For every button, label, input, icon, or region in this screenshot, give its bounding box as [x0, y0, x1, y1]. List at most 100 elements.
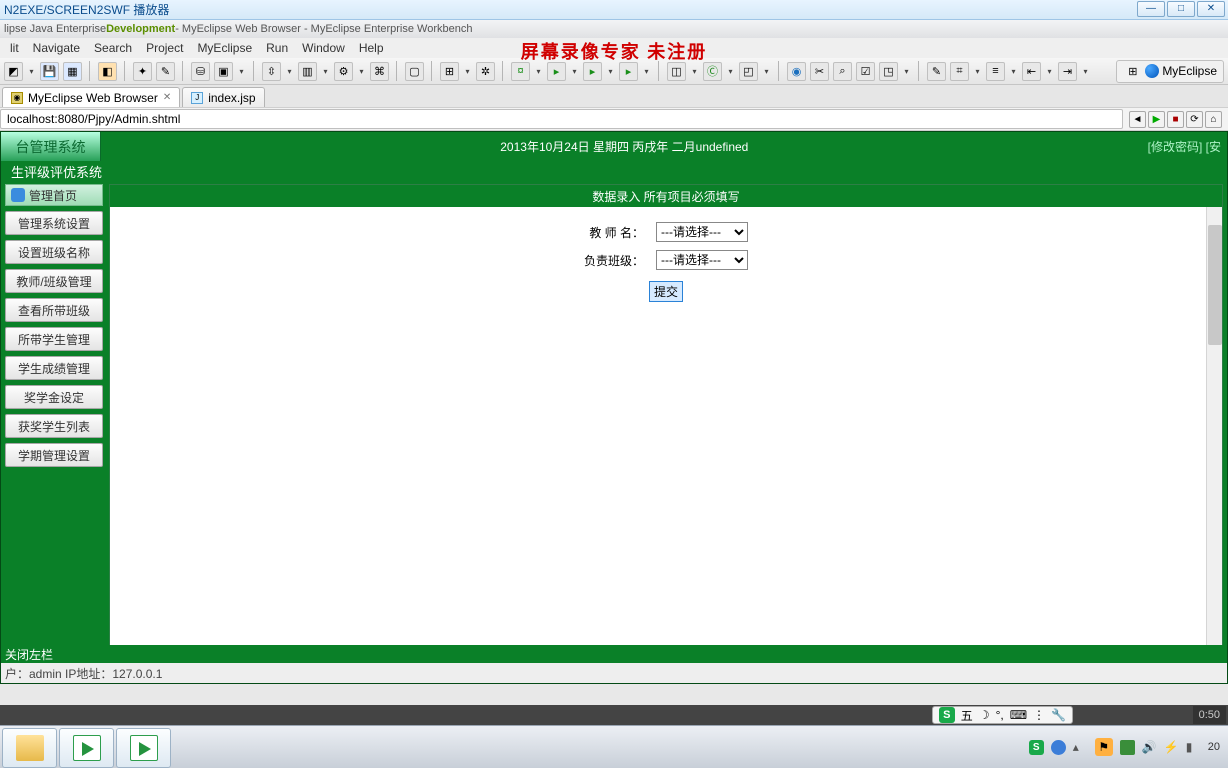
sidebar-item-scholarship[interactable]: 奖学金设定 [5, 385, 103, 409]
play-icon [130, 735, 158, 761]
db-icon[interactable]: ⛁ [191, 62, 210, 81]
chevron-down-icon[interactable]: ▾ [27, 62, 36, 81]
teacher-select[interactable]: ---请选择--- [656, 222, 748, 242]
image-icon[interactable]: ▣ [214, 62, 233, 81]
profile-icon[interactable]: ▸ [619, 62, 638, 81]
teacher-label: 教 师 名： [579, 219, 649, 245]
back-icon[interactable]: ◄ [1129, 111, 1146, 128]
bug-icon[interactable]: ¤ [511, 62, 530, 81]
tray-help-icon[interactable] [1051, 740, 1066, 755]
persp-open-icon[interactable]: ⊞ [1123, 62, 1142, 81]
tools-icon[interactable]: ✂ [810, 62, 829, 81]
newpkg-icon[interactable]: ◫ [667, 62, 686, 81]
submit-button[interactable]: 提交 [649, 281, 683, 302]
sidebar-head[interactable]: 管理首页 [5, 184, 103, 206]
run-icon[interactable]: ▸ [547, 62, 566, 81]
tray-power-icon[interactable]: ⚡ [1164, 740, 1179, 755]
earth-icon[interactable]: ◉ [787, 62, 806, 81]
close-left-bar[interactable]: 关闭左栏 [1, 645, 1227, 663]
tab-indexjsp[interactable]: J index.jsp [182, 87, 264, 107]
menu-search[interactable]: Search [88, 39, 138, 57]
link-icon[interactable]: ⌘ [370, 62, 389, 81]
menu-project[interactable]: Project [140, 39, 189, 57]
grid-icon[interactable]: ⊞ [440, 62, 459, 81]
folder-icon [16, 735, 44, 761]
url-input[interactable] [0, 109, 1123, 129]
menu-run[interactable]: Run [260, 39, 294, 57]
task-recorder2[interactable] [116, 728, 171, 768]
gear2-icon[interactable]: ✲ [476, 62, 495, 81]
tab-web-browser[interactable]: ◉ MyEclipse Web Browser ✕ [2, 87, 180, 107]
brush-icon[interactable]: ✎ [156, 62, 175, 81]
collapse-icon[interactable]: ⇤ [1022, 62, 1041, 81]
filter-icon[interactable]: ⌗ [950, 62, 969, 81]
box-icon[interactable]: ◳ [879, 62, 898, 81]
wrench-icon[interactable]: 🔧 [1051, 708, 1066, 722]
tray-net-icon[interactable] [1120, 740, 1135, 755]
saveall-icon[interactable]: ▦ [63, 62, 82, 81]
find-icon[interactable]: ⌕ [833, 62, 852, 81]
perspective-switcher[interactable]: ⊞ MyEclipse [1116, 60, 1224, 83]
tray-up-icon[interactable]: ▴ [1073, 740, 1088, 755]
task-explorer[interactable] [2, 728, 57, 768]
address-bar: ◄ ▶ ■ ⟳ ⌂ [0, 107, 1228, 131]
menu-window[interactable]: Window [296, 39, 351, 57]
deploy-icon[interactable]: ⇳ [262, 62, 281, 81]
menu-help[interactable]: Help [353, 39, 390, 57]
menu-navigate[interactable]: Navigate [27, 39, 86, 57]
server-icon[interactable]: ▥ [298, 62, 317, 81]
stop-icon[interactable]: ■ [1167, 111, 1184, 128]
new-icon[interactable]: ◩ [4, 62, 23, 81]
cog-icon[interactable]: ⚙ [334, 62, 353, 81]
expand-icon[interactable]: ⇥ [1058, 62, 1077, 81]
sidebar-item-awarded[interactable]: 获奖学生列表 [5, 414, 103, 438]
sidebar-item-viewclass[interactable]: 查看所带班级 [5, 298, 103, 322]
class-select[interactable]: ---请选择--- [656, 250, 748, 270]
close-button[interactable]: ✕ [1197, 1, 1225, 17]
sidebar-item-system[interactable]: 管理系统设置 [5, 211, 103, 235]
package-icon[interactable]: ◧ [98, 62, 117, 81]
sidebar-item-classname[interactable]: 设置班级名称 [5, 240, 103, 264]
myeclipse-icon [1145, 64, 1159, 78]
go-icon[interactable]: ▶ [1148, 111, 1165, 128]
ime-toolbar[interactable]: S 五 ☽ °, ⌨ ⋮ 🔧 [932, 706, 1073, 724]
scrollbar-thumb[interactable] [1208, 225, 1222, 345]
newclass-icon[interactable]: Ⓒ [703, 62, 722, 81]
save-icon[interactable]: 💾 [40, 62, 59, 81]
minimize-button[interactable]: — [1137, 1, 1165, 17]
sidebar-item-students[interactable]: 所带学生管理 [5, 327, 103, 351]
sogou-icon[interactable]: S [939, 707, 955, 723]
sidebar-item-term[interactable]: 学期管理设置 [5, 443, 103, 467]
sidebar-item-grades[interactable]: 学生成绩管理 [5, 356, 103, 380]
keyboard-icon[interactable]: ⌨ [1010, 708, 1027, 722]
moon-icon[interactable]: ☽ [979, 708, 990, 722]
sort-icon[interactable]: ≡ [986, 62, 1005, 81]
menu-edit[interactable]: lit [4, 39, 25, 57]
newfolder-icon[interactable]: ◰ [739, 62, 758, 81]
task-icon[interactable]: ☑ [856, 62, 875, 81]
runext-icon[interactable]: ▸ [583, 62, 602, 81]
refresh-icon[interactable]: ⟳ [1186, 111, 1203, 128]
close-icon[interactable]: ✕ [163, 92, 171, 103]
pin-icon[interactable]: ✎ [927, 62, 946, 81]
home-icon[interactable]: ⌂ [1205, 111, 1222, 128]
tray-wifi-icon[interactable]: ▮ [1186, 740, 1201, 755]
menu-myeclipse[interactable]: MyEclipse [191, 39, 258, 57]
sidebar-item-teacher[interactable]: 教师/班级管理 [5, 269, 103, 293]
change-password-link[interactable]: [修改密码] [1148, 140, 1203, 154]
logout-link[interactable]: [安 [1206, 140, 1221, 154]
tray-vol-icon[interactable]: 🔊 [1142, 740, 1157, 755]
ime-mode[interactable]: 五 [961, 707, 973, 724]
task-recorder1[interactable] [59, 728, 114, 768]
maximize-button[interactable]: □ [1167, 1, 1195, 17]
tray-sogou-icon[interactable]: S [1029, 740, 1044, 755]
window-icon[interactable]: ▢ [405, 62, 424, 81]
wand-icon[interactable]: ✦ [133, 62, 152, 81]
tray-flag-icon[interactable]: ⚑ [1095, 738, 1113, 756]
editor-tabs: ◉ MyEclipse Web Browser ✕ J index.jsp [0, 85, 1228, 107]
scrollbar[interactable] [1206, 207, 1222, 658]
punct-icon[interactable]: °, [996, 708, 1004, 722]
browser-icon: ◉ [11, 92, 23, 104]
tray-time[interactable]: 20 [1208, 741, 1220, 753]
menu-icon[interactable]: ⋮ [1033, 708, 1045, 722]
